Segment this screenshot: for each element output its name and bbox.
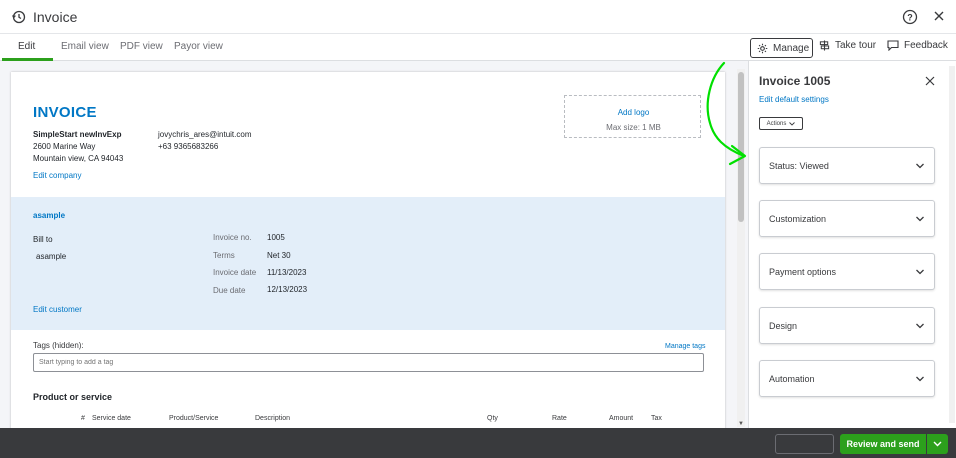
accordion-customization[interactable]: Customization	[759, 200, 935, 237]
tags-input[interactable]	[33, 353, 704, 372]
manage-tags-link[interactable]: Manage tags	[665, 343, 705, 350]
accordion-automation-label: Automation	[769, 374, 815, 384]
accordion-automation[interactable]: Automation	[759, 360, 935, 397]
close-panel-icon[interactable]	[925, 76, 935, 86]
chevron-down-icon	[916, 376, 924, 382]
editor-scrollbar-thumb[interactable]	[738, 72, 744, 222]
scroll-down-arrow-icon[interactable]: ▼	[738, 421, 744, 427]
customer-section: asample Bill to asample Invoice no. 1005…	[11, 197, 725, 330]
tab-edit[interactable]: Edit	[18, 41, 35, 52]
bill-to-label: Bill to	[33, 235, 53, 244]
company-street: 2600 Marine Way	[33, 142, 96, 151]
history-icon[interactable]	[12, 10, 26, 24]
feedback-label: Feedback	[904, 40, 948, 51]
title-bar: Invoice ?	[0, 0, 956, 34]
company-city: Mountain view, CA 94043	[33, 154, 124, 163]
edit-company-link[interactable]: Edit company	[33, 171, 81, 180]
accordion-design-label: Design	[769, 321, 798, 331]
take-tour-button[interactable]: Take tour	[819, 40, 876, 51]
company-name: SimpleStart newInvExp	[33, 130, 122, 139]
accordion-status-label: Status: Viewed	[769, 161, 829, 171]
chevron-down-icon	[916, 269, 924, 275]
manage-label: Manage	[773, 42, 810, 54]
tab-pdf-view[interactable]: PDF view	[120, 41, 163, 52]
edit-customer-link[interactable]: Edit customer	[33, 305, 82, 314]
due-date-label: Due date	[213, 286, 246, 295]
column-header-rate: Rate	[552, 415, 567, 422]
column-header-tax: Tax	[651, 415, 662, 422]
accordion-payment-options[interactable]: Payment options	[759, 253, 935, 290]
column-header-product-service: Product/Service	[169, 415, 219, 422]
panel-title: Invoice 1005	[759, 74, 831, 88]
column-header-service-date: Service date	[92, 415, 131, 422]
logo-max-size: Max size: 1 MB	[606, 123, 661, 132]
terms-value[interactable]: Net 30	[267, 251, 291, 260]
company-phone: +63 9365683266	[158, 142, 219, 151]
actions-label: Actions	[766, 120, 787, 127]
chat-bubble-icon	[887, 40, 899, 51]
column-header-qty: Qty	[487, 415, 498, 422]
product-service-heading: Product or service	[33, 392, 113, 402]
secondary-action-button[interactable]	[775, 434, 834, 454]
take-tour-label: Take tour	[835, 40, 877, 51]
chevron-down-icon	[916, 323, 924, 329]
help-icon[interactable]: ?	[902, 9, 918, 25]
svg-text:?: ?	[907, 12, 913, 22]
signpost-icon	[819, 40, 830, 51]
actions-dropdown[interactable]: Actions	[759, 117, 803, 130]
invoice-heading[interactable]: INVOICE	[33, 104, 97, 121]
invoice-paper: INVOICE SimpleStart newInvExp 2600 Marin…	[11, 72, 725, 428]
invoice-date-value[interactable]: 11/13/2023	[267, 268, 306, 277]
feedback-button[interactable]: Feedback	[887, 40, 948, 51]
gear-icon	[757, 43, 768, 53]
column-header-description: Description	[255, 415, 291, 422]
chevron-down-icon	[789, 121, 796, 126]
accordion-payment-options-label: Payment options	[769, 267, 837, 277]
edit-default-settings-link[interactable]: Edit default settings	[759, 95, 829, 104]
bill-to-name: asample	[36, 252, 67, 261]
accordion-status[interactable]: Status: Viewed	[759, 147, 935, 184]
panel-scrollbar[interactable]	[949, 66, 955, 423]
due-date-value[interactable]: 12/13/2023	[267, 285, 307, 294]
add-logo-link[interactable]: Add logo	[565, 108, 702, 117]
chevron-down-icon	[916, 163, 924, 169]
invoice-no-value[interactable]: 1005	[267, 233, 285, 242]
tab-payor-view[interactable]: Payor view	[174, 41, 223, 52]
company-email: jovychris_ares@intuit.com	[158, 130, 252, 139]
view-tab-bar: Edit Email view PDF view Payor view Mana…	[0, 34, 956, 61]
accordion-customization-label: Customization	[769, 214, 827, 224]
review-send-options-button[interactable]	[927, 434, 948, 454]
bottom-action-bar: Review and send	[0, 428, 956, 458]
window-title: Invoice	[33, 9, 78, 25]
logo-upload-box[interactable]: Add logo Max size: 1 MB	[564, 95, 701, 138]
accordion-design[interactable]: Design	[759, 307, 935, 344]
invoice-editor-area: INVOICE SimpleStart newInvExp 2600 Marin…	[0, 61, 748, 428]
chevron-down-icon	[933, 441, 942, 447]
terms-label: Terms	[213, 251, 235, 260]
customer-name[interactable]: asample	[33, 211, 65, 220]
invoice-date-label: Invoice date	[213, 268, 257, 277]
close-icon[interactable]	[932, 9, 946, 23]
chevron-down-icon	[916, 216, 924, 222]
tags-label: Tags (hidden):	[33, 341, 84, 350]
invoice-side-panel: Invoice 1005 Edit default settings Actio…	[748, 61, 956, 428]
column-header-number: #	[81, 415, 85, 422]
manage-button[interactable]: Manage	[750, 38, 813, 58]
column-header-amount: Amount	[609, 415, 634, 422]
review-and-send-button[interactable]: Review and send	[840, 434, 926, 454]
tab-email-view[interactable]: Email view	[61, 41, 109, 52]
invoice-no-label: Invoice no.	[213, 233, 252, 242]
